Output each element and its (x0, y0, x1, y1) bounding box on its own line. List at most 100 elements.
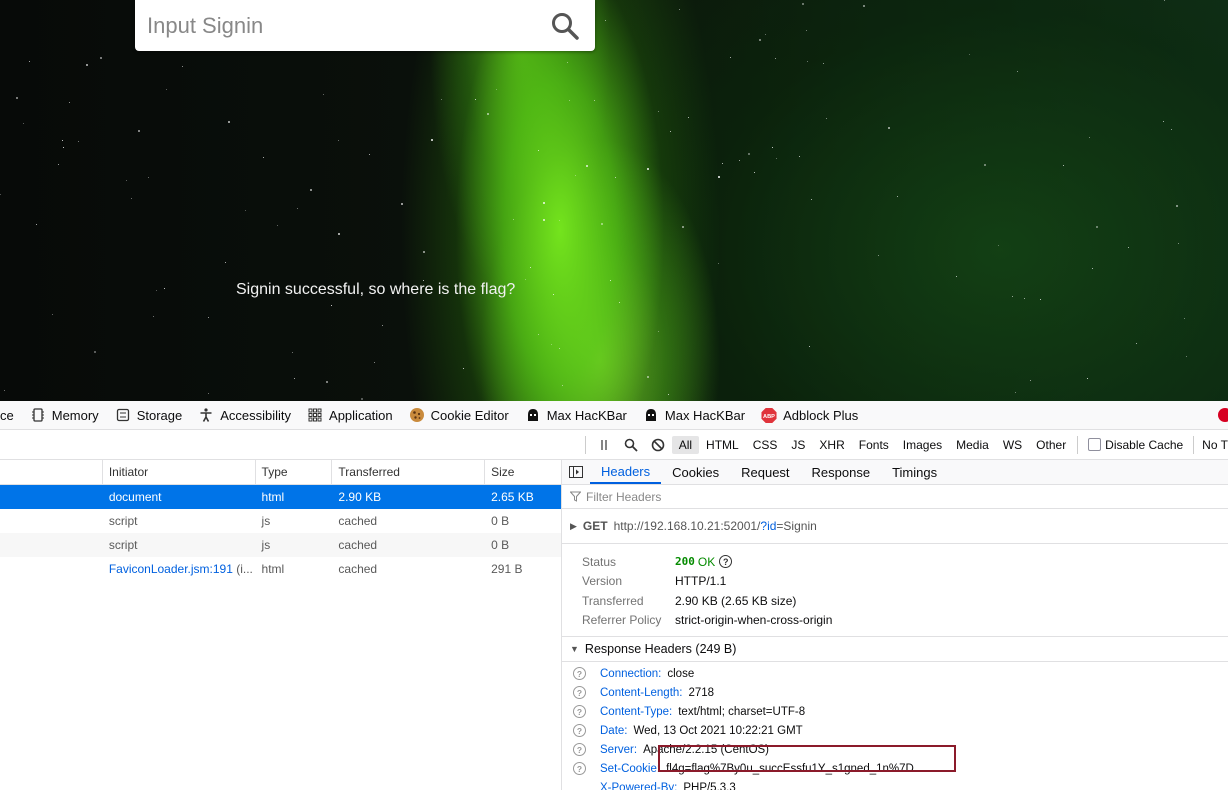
header-row-date[interactable]: ? Date: Wed, 13 Oct 2021 10:22:21 GMT (562, 721, 1228, 740)
search-box (135, 0, 595, 51)
header-row-server[interactable]: ? Server: Apache/2.2.15 (CentOS) (562, 740, 1228, 759)
throttling-select[interactable]: No T (1198, 438, 1228, 452)
version-row: Version HTTP/1.1 (582, 572, 1228, 592)
star (326, 381, 328, 383)
filter-html[interactable]: HTML (699, 436, 746, 454)
star (182, 66, 183, 67)
search-icon (624, 438, 638, 452)
star (16, 97, 18, 99)
filter-other[interactable]: Other (1029, 436, 1073, 454)
help-icon[interactable]: ? (573, 743, 586, 756)
star (338, 140, 339, 141)
tab-timings[interactable]: Timings (881, 460, 948, 484)
block-requests-button[interactable] (645, 433, 672, 457)
referrer-value: strict-origin-when-cross-origin (675, 613, 833, 628)
search-input[interactable] (135, 0, 535, 51)
header-row-connection[interactable]: ? Connection: close (562, 664, 1228, 683)
panel-toggle-icon (569, 466, 583, 478)
request-row[interactable]: script js cached 0 B (0, 533, 561, 557)
tool-tab-max-hackbar[interactable]: Max HacKBar (517, 401, 635, 429)
star (605, 20, 606, 21)
header-value: Wed, 13 Oct 2021 10:22:21 GMT (633, 724, 803, 737)
help-icon[interactable]: ? (573, 686, 586, 699)
help-icon[interactable]: ? (573, 724, 586, 737)
tool-tab-cookie-editor[interactable]: Cookie Editor (401, 401, 517, 429)
application-grid-icon (307, 407, 323, 423)
star (1087, 378, 1088, 379)
tab-headers[interactable]: Headers (590, 460, 662, 484)
filter-headers-field[interactable]: Filter Headers (562, 485, 1228, 509)
filter-media[interactable]: Media (949, 436, 996, 454)
filter-all[interactable]: All (671, 435, 700, 454)
tool-tab-accessibility[interactable]: Accessibility (190, 401, 299, 429)
filter-images[interactable]: Images (896, 436, 949, 454)
pause-button[interactable] (590, 433, 617, 457)
request-summary[interactable]: ▶ GET http://192.168.10.21:52001/?id=Sig… (562, 509, 1228, 544)
column-header-initiator[interactable]: Initiator (103, 460, 256, 484)
search-requests-button[interactable] (617, 433, 644, 457)
help-icon[interactable]: ? (573, 705, 586, 718)
help-icon[interactable]: ? (573, 762, 586, 775)
tool-tab-adblock-plus[interactable]: ABP Adblock Plus (753, 401, 866, 429)
filter-xhr[interactable]: XHR (812, 436, 851, 454)
response-headers-toggle[interactable]: ▼ Response Headers (249 B) (562, 637, 1228, 662)
request-size: 2.65 KB (491, 490, 534, 504)
response-headers-list: ? Connection: close ? Content-Length: 27… (562, 662, 1228, 790)
filter-fonts[interactable]: Fonts (852, 436, 896, 454)
star (86, 64, 88, 66)
tool-tab-application[interactable]: Application (299, 401, 401, 429)
collapse-arrow-icon: ▼ (570, 644, 579, 654)
request-row[interactable]: FaviconLoader.jsm:191 (i... html cached … (0, 557, 561, 581)
header-value: 2718 (688, 686, 715, 699)
error-indicator-icon[interactable] (1218, 408, 1228, 422)
star (525, 279, 526, 280)
search-button[interactable] (535, 0, 595, 51)
column-header-size[interactable]: Size (485, 460, 561, 484)
header-row-content-type[interactable]: ? Content-Type: text/html; charset=UTF-8 (562, 702, 1228, 721)
column-header[interactable] (0, 460, 103, 484)
star (94, 351, 96, 353)
star (569, 100, 570, 101)
column-header-transferred[interactable]: Transferred (332, 460, 486, 484)
header-row-x-powered-by[interactable]: X-Powered-By: PHP/5.3.3 (562, 778, 1228, 790)
star (1012, 296, 1013, 297)
star (772, 147, 773, 148)
request-type: js (261, 514, 271, 528)
tab-cookies[interactable]: Cookies (661, 460, 730, 484)
header-row-content-length[interactable]: ? Content-Length: 2718 (562, 683, 1228, 702)
star (601, 223, 603, 225)
filter-js[interactable]: JS (784, 436, 812, 454)
request-type: html (261, 562, 285, 576)
tool-tab-label: Cookie Editor (430, 407, 509, 423)
star (594, 100, 595, 101)
column-header-type[interactable]: Type (256, 460, 333, 484)
star (1171, 129, 1172, 130)
filter-ws[interactable]: WS (996, 436, 1029, 454)
help-icon[interactable]: ? (573, 667, 586, 680)
initiator-link[interactable]: FaviconLoader.jsm:191 (109, 562, 233, 576)
tool-tab-performance[interactable]: ce (0, 401, 22, 429)
memory-icon (30, 407, 46, 423)
help-icon[interactable]: ? (719, 555, 733, 569)
tool-tab-memory[interactable]: Memory (22, 401, 107, 429)
filter-css[interactable]: CSS (746, 436, 785, 454)
toggle-sidebar-button[interactable] (562, 466, 590, 478)
star (759, 39, 761, 41)
tab-response[interactable]: Response (801, 460, 882, 484)
star (1015, 392, 1016, 393)
star (487, 113, 489, 115)
tab-request[interactable]: Request (730, 460, 800, 484)
star (52, 314, 53, 315)
disable-cache-checkbox[interactable]: Disable Cache (1082, 438, 1189, 452)
request-type: html (261, 490, 285, 504)
disable-cache-label: Disable Cache (1105, 437, 1184, 452)
header-row-set-cookie[interactable]: ? Set-Cookie: fl4g=flag%7By0u_succEssfu1… (562, 759, 1228, 778)
request-row[interactable]: document html 2.90 KB 2.65 KB (0, 485, 561, 509)
referrer-label: Referrer Policy (582, 613, 662, 628)
star (575, 175, 576, 176)
star (148, 177, 149, 178)
tool-tab-max-hackbar-2[interactable]: Max HacKBar (635, 401, 753, 429)
request-row[interactable]: script js cached 0 B (0, 509, 561, 533)
tool-tab-storage[interactable]: Storage (107, 401, 191, 429)
star (228, 121, 230, 123)
